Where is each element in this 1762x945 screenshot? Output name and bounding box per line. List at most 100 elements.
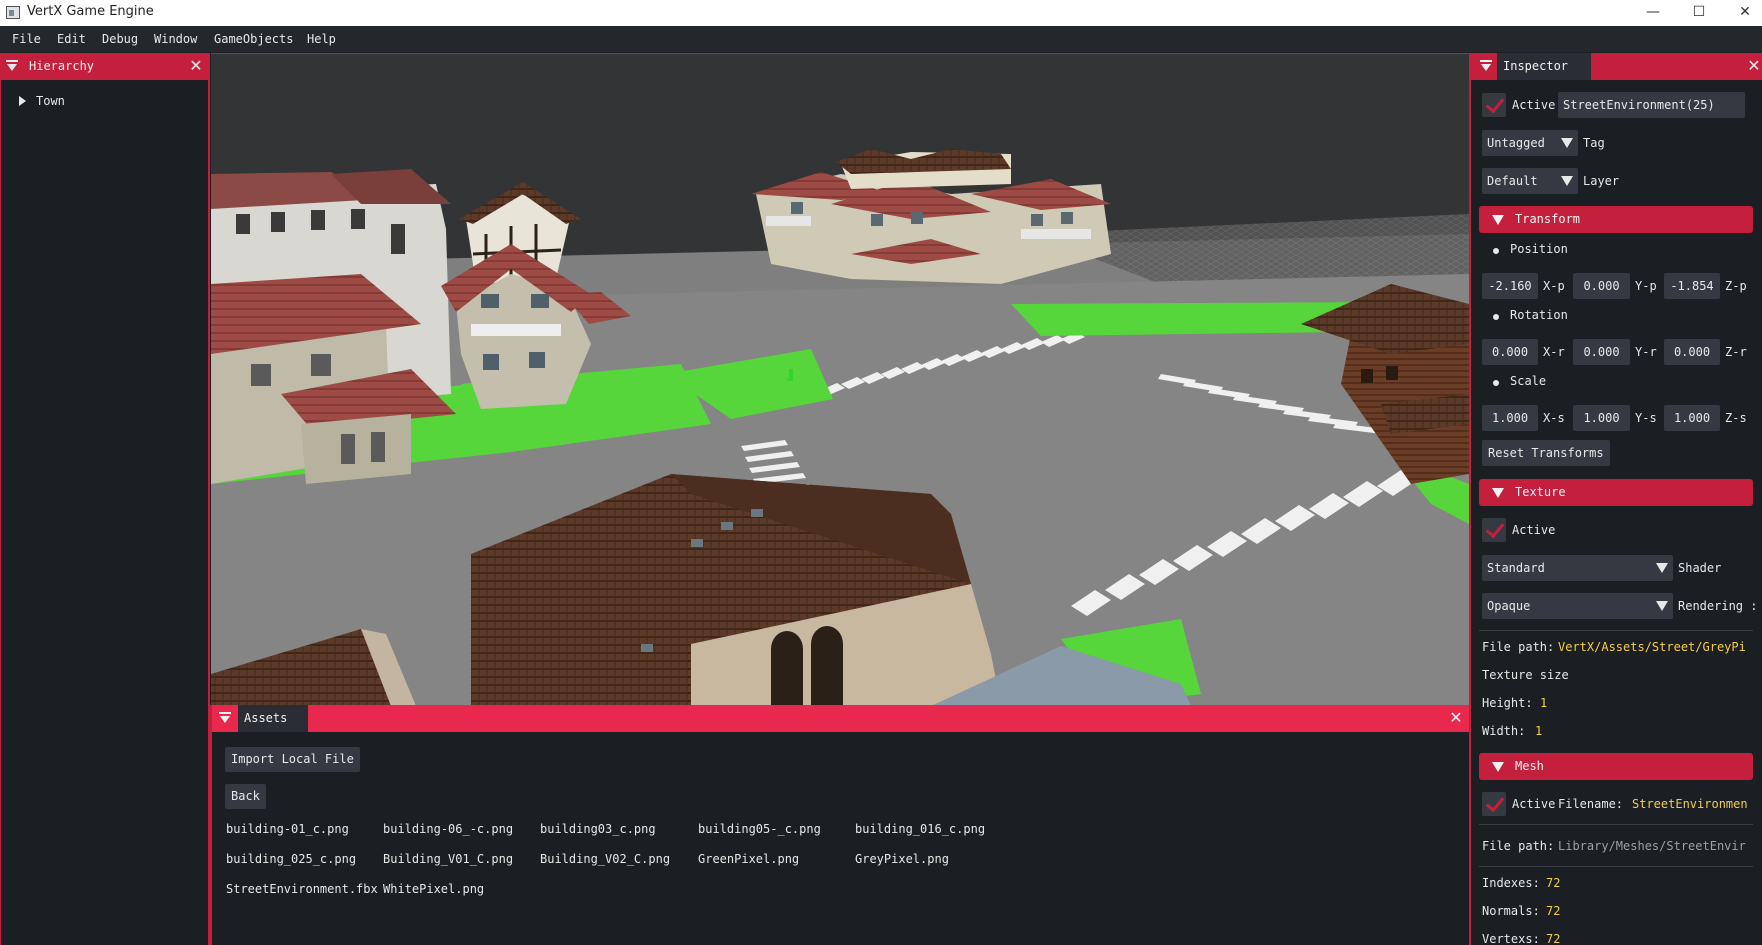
axis-label: X-s [1543,411,1565,425]
chevron-down-icon [1561,138,1573,148]
tab-assets[interactable]: Assets [238,705,308,732]
rotation-y-input[interactable]: 0.000 [1573,339,1630,365]
maximize-button[interactable]: ☐ [1676,0,1722,26]
axis-label: Z-p [1725,279,1747,293]
position-x-input[interactable]: -2.160 [1482,273,1538,299]
vertexs-value: 72 [1546,932,1561,945]
texture-width-label: Width: [1482,724,1526,738]
active-checkbox[interactable] [1482,93,1506,117]
texture-section-header[interactable]: Texture [1479,479,1753,506]
object-name-input[interactable]: StreetEnvironment(25) [1558,92,1745,118]
rotation-z-input[interactable]: 0.000 [1664,339,1720,365]
texture-active-label: Active [1512,523,1556,537]
asset-file[interactable]: StreetEnvironment.fbx [226,882,378,896]
menu-edit[interactable]: Edit [57,32,86,46]
transform-section-header[interactable]: Transform [1479,206,1753,233]
tree-node-label: Town [36,94,65,108]
texture-size-label: Texture size [1482,668,1569,682]
normals-value: 72 [1546,904,1561,918]
asset-file[interactable]: building-06_-c.png [383,822,513,836]
mesh-active-label: Active [1512,797,1556,811]
texture-active-checkbox[interactable] [1482,518,1506,542]
texture-file-path-value: VertX/Assets/Street/GreyPi [1558,640,1746,654]
window-titlebar: VertX Game Engine — ☐ ✕ [0,0,1762,26]
scale-y-input[interactable]: 1.000 [1573,405,1630,431]
indexes-label: Indexes: [1482,876,1540,890]
inspector-tabbar: Inspector ✕ [1471,53,1762,80]
shader-value: Standard [1487,561,1545,575]
window-title: VertX Game Engine [27,4,154,19]
mesh-filename-value: StreetEnvironmen [1632,797,1748,811]
asset-file[interactable]: GreenPixel.png [698,852,799,866]
hierarchy-panel: Hierarchy ✕ Town [0,53,210,945]
section-title: Texture [1515,485,1566,499]
layer-dropdown[interactable]: Default [1482,168,1578,194]
panel-menu-icon[interactable] [5,59,19,73]
scene-viewport[interactable] [211,53,1469,705]
axis-label: Y-r [1635,345,1657,359]
minimize-button[interactable]: — [1630,0,1676,26]
collapse-arrow-icon [1492,488,1504,498]
asset-file[interactable]: building03_c.png [540,822,656,836]
layer-label: Layer [1583,174,1620,188]
rendering-value: Opaque [1487,599,1531,613]
texture-height-value: 1 [1540,696,1548,710]
texture-height-label: Height: [1482,696,1533,710]
vertexs-label: Vertexs: [1482,932,1540,945]
back-button[interactable]: Back [225,784,266,809]
menu-window[interactable]: Window [154,32,197,46]
scale-label: Scale [1510,374,1547,388]
tab-hierarchy[interactable]: Hierarchy [23,53,183,80]
section-title: Transform [1515,212,1581,226]
close-icon[interactable]: ✕ [188,58,204,74]
assets-panel: Assets ✕ Import Local File Back building… [210,705,1469,945]
scale-z-input[interactable]: 1.000 [1664,405,1720,431]
indexes-value: 72 [1546,876,1561,890]
position-label: Position [1510,242,1568,256]
tab-inspector[interactable]: Inspector [1497,53,1591,80]
asset-file[interactable]: building-01_c.png [226,822,349,836]
tree-node-town[interactable]: Town [19,94,65,108]
menu-file[interactable]: File [12,32,41,46]
section-title: Mesh [1515,759,1544,773]
asset-file[interactable]: Building_V02_C.png [540,852,670,866]
close-icon[interactable]: ✕ [1448,710,1464,726]
axis-label: Z-r [1725,345,1747,359]
menubar: File Edit Debug Window GameObjects Help [0,26,1762,52]
divider [1479,630,1753,631]
asset-file[interactable]: GreyPixel.png [855,852,949,866]
close-window-button[interactable]: ✕ [1722,0,1762,26]
rotation-x-input[interactable]: 0.000 [1482,339,1538,365]
app-icon [6,6,20,19]
reset-transforms-button[interactable]: Reset Transforms [1482,440,1610,466]
scale-x-input[interactable]: 1.000 [1482,405,1538,431]
normals-label: Normals: [1482,904,1540,918]
menu-help[interactable]: Help [307,32,336,46]
collapse-arrow-icon [1492,762,1504,772]
asset-file[interactable]: building05-_c.png [698,822,821,836]
chevron-down-icon [1561,176,1573,186]
divider [1479,824,1753,825]
rendering-dropdown[interactable]: Opaque [1482,593,1673,619]
mesh-active-checkbox[interactable] [1482,792,1506,816]
asset-file[interactable]: building_025_c.png [226,852,356,866]
expand-arrow-icon[interactable] [19,96,26,106]
shader-dropdown[interactable]: Standard [1482,555,1673,581]
scene-render [211,54,1469,705]
tag-dropdown[interactable]: Untagged [1482,130,1578,156]
chevron-down-icon [1656,601,1668,611]
menu-gameobjects[interactable]: GameObjects [214,32,293,46]
mesh-section-header[interactable]: Mesh [1479,753,1753,780]
position-z-input[interactable]: -1.854 [1664,273,1720,299]
panel-menu-icon[interactable] [1479,59,1493,73]
asset-file[interactable]: WhitePixel.png [383,882,484,896]
panel-menu-icon[interactable] [218,711,232,725]
tag-label: Tag [1583,136,1605,150]
menu-debug[interactable]: Debug [102,32,138,46]
asset-file[interactable]: building_016_c.png [855,822,985,836]
position-y-input[interactable]: 0.000 [1573,273,1630,299]
axis-label: X-r [1543,345,1565,359]
close-icon[interactable]: ✕ [1746,58,1762,74]
asset-file[interactable]: Building_V01_C.png [383,852,513,866]
import-local-file-button[interactable]: Import Local File [225,747,360,772]
